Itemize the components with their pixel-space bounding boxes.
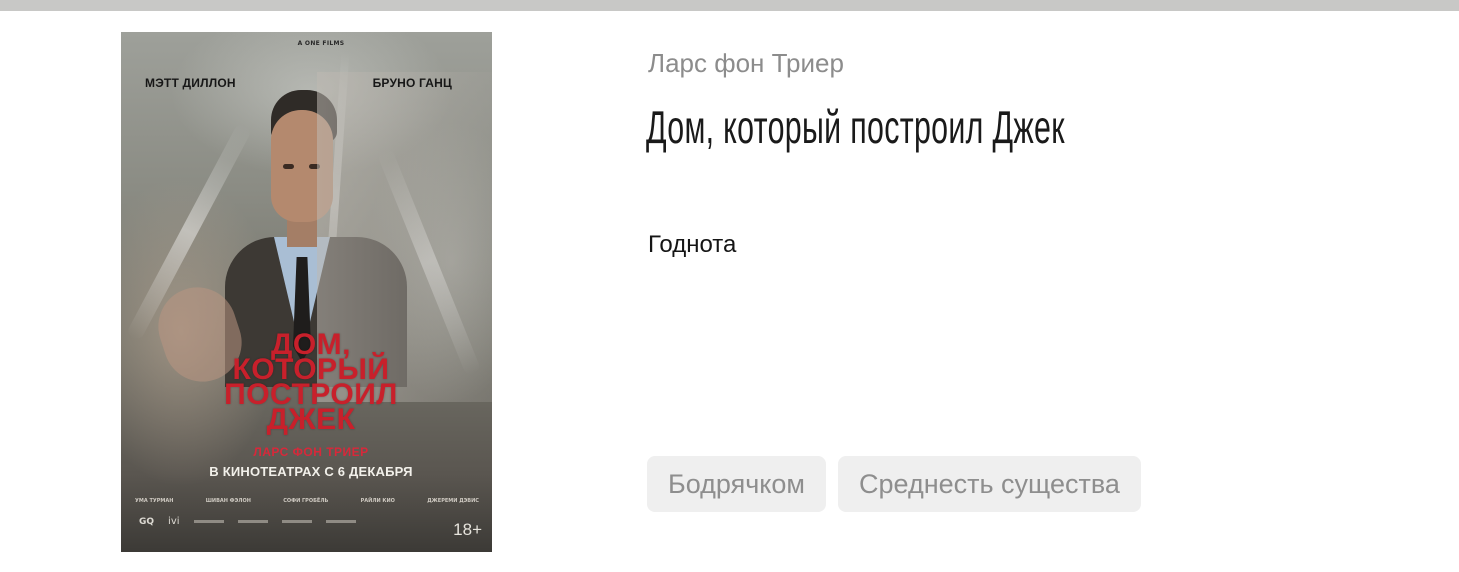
poster-brand: A ONE FILMS — [297, 40, 345, 47]
age-rating: 18+ — [453, 520, 482, 539]
poster-cast-name: ДЖЕРЕМИ ДЭВИС — [427, 498, 479, 504]
tag-list: Бодрячком Среднесть существа — [647, 456, 1141, 512]
poster-cast-name: СОФИ ГРОБЁЛЬ — [283, 498, 329, 504]
poster-cast-name: ШИВАН ФЭЛОН — [205, 498, 251, 504]
top-bar — [0, 0, 1459, 11]
movie-poster[interactable]: A ONE FILMS МЭТТ ДИЛЛОН БРУНО ГАНЦ ДОМ, … — [121, 32, 492, 552]
movie-title: Дом, который построил Джек — [646, 101, 1065, 153]
poster-title-line: ДЖЕК — [266, 403, 356, 436]
sponsor-logo — [237, 520, 268, 523]
sponsor-logo — [325, 520, 356, 523]
tag-chip[interactable]: Бодрячком — [647, 456, 826, 512]
sponsor-logo — [193, 520, 224, 523]
poster-actor-left: МЭТТ ДИЛЛОН — [145, 76, 236, 90]
ivi-logo: ivi — [168, 516, 180, 527]
poster-cast: УМА ТУРМАН ШИВАН ФЭЛОН СОФИ ГРОБЁЛЬ РАЙЛ… — [135, 498, 479, 504]
movie-director[interactable]: Ларс фон Триер — [648, 48, 844, 79]
poster-actor-right: БРУНО ГАНЦ — [372, 76, 452, 90]
poster-logos: GQ ivi — [139, 516, 439, 527]
poster-cast-name: УМА ТУРМАН — [135, 498, 174, 504]
sponsor-logo — [281, 520, 312, 523]
tag-chip[interactable]: Среднесть существа — [838, 456, 1141, 512]
poster-director: ЛАРС ФОН ТРИЕР — [253, 445, 369, 459]
movie-review: Годнота — [648, 231, 737, 258]
poster-release-date: В КИНОТЕАТРАХ С 6 ДЕКАБРЯ — [209, 464, 413, 479]
poster-cast-name: РАЙЛИ КИО — [360, 498, 395, 504]
poster-title: ДОМ, КОТОРЫЙ ПОСТРОИЛ ДЖЕК — [161, 330, 461, 436]
gq-logo: GQ — [139, 516, 155, 527]
poster-figure-eye — [283, 164, 294, 169]
